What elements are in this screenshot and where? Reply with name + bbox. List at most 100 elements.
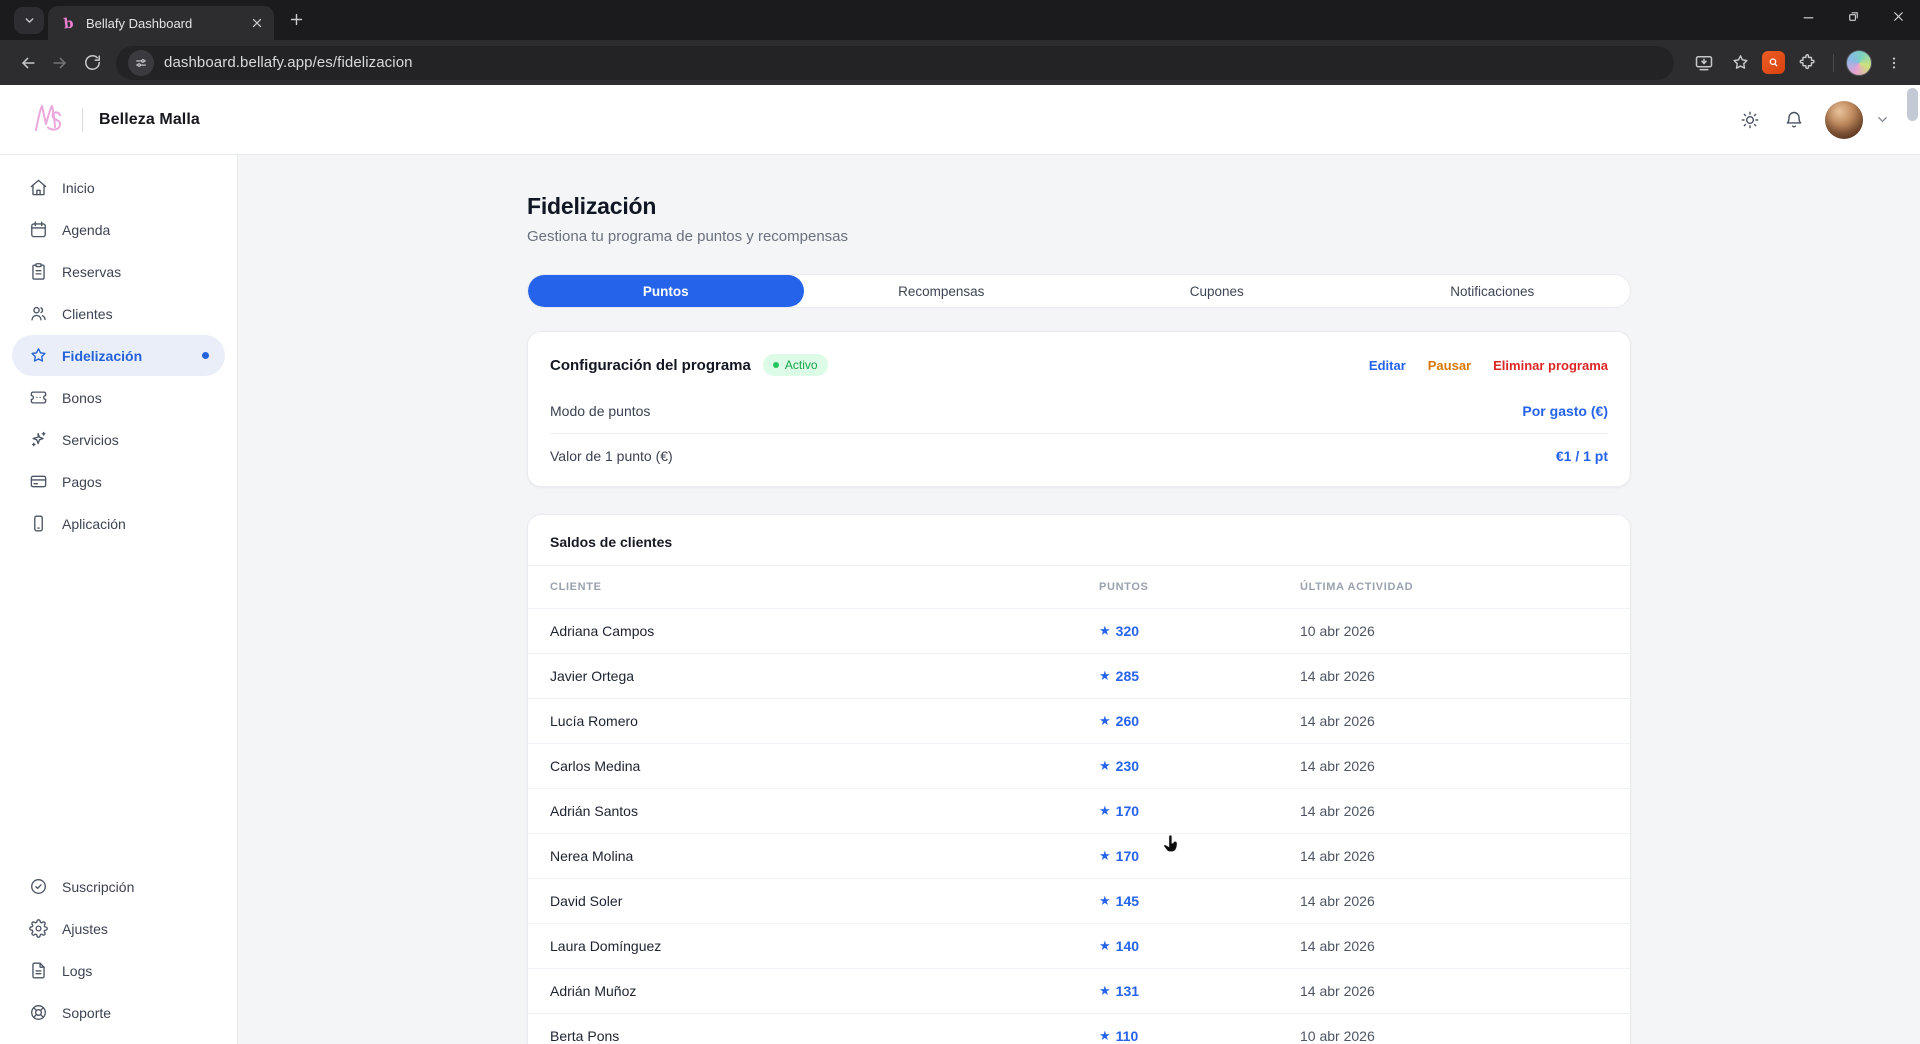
sidebar: Inicio Agenda ReservasClientesFidelización… <box>0 155 238 1044</box>
pausar-action[interactable]: Pausar <box>1428 358 1471 373</box>
table-row[interactable]: Javier Ortega★28514 abr 2026 <box>528 653 1630 698</box>
business-name: Belleza Malla <box>99 111 200 129</box>
setting-label: Valor de 1 punto (€) <box>550 448 673 464</box>
star-icon: ★ <box>1099 623 1111 639</box>
sidebar-item-logs[interactable]: Logs <box>12 950 225 991</box>
tab-puntos[interactable]: Puntos <box>528 275 804 307</box>
url-text[interactable]: dashboard.bellafy.app/es/fidelizacion <box>164 54 413 71</box>
sidebar-item-servicios[interactable]: Servicios <box>12 419 225 460</box>
reload-button[interactable] <box>76 47 108 79</box>
bookmark-button[interactable] <box>1726 49 1754 77</box>
extensions-button[interactable] <box>1793 49 1821 77</box>
sidebar-item-label: Bonos <box>62 390 102 406</box>
points-value: ★170 <box>1099 848 1300 864</box>
tab-recompensas[interactable]: Recompensas <box>804 275 1080 307</box>
file-text-icon <box>29 961 48 980</box>
sidebar-item-reservas[interactable]: Reservas <box>12 251 225 292</box>
account-menu-chevron[interactable] <box>1875 112 1890 127</box>
sidebar-item-bonos[interactable]: Bonos <box>12 377 225 418</box>
last-activity-date: 14 abr 2026 <box>1300 713 1608 729</box>
client-name: Carlos Medina <box>550 758 1099 774</box>
client-name: Adrián Santos <box>550 803 1099 819</box>
last-activity-date: 14 abr 2026 <box>1300 803 1608 819</box>
sidebar-item-soporte[interactable]: Soporte <box>12 992 225 1033</box>
star-icon: ★ <box>1099 668 1111 684</box>
star-icon: ★ <box>1099 758 1111 774</box>
client-name: Adrián Muñoz <box>550 983 1099 999</box>
gear-icon <box>29 919 48 938</box>
new-tab-button[interactable] <box>288 11 305 28</box>
client-balances-card: Saldos de clientes CLIENTEPUNTOSÚLTIMA A… <box>527 514 1631 1044</box>
window-minimize-button[interactable] <box>1801 9 1816 24</box>
chevron-down-icon <box>23 14 36 27</box>
browser-tab-title: Bellafy Dashboard <box>86 16 241 31</box>
sidebar-item-pagos[interactable]: Pagos <box>12 461 225 502</box>
table-row[interactable]: Lucía Romero★26014 abr 2026 <box>528 698 1630 743</box>
extension-badge-icon[interactable] <box>1762 51 1785 74</box>
install-app-button[interactable] <box>1690 49 1718 77</box>
table-row[interactable]: Laura Domínguez★14014 abr 2026 <box>528 923 1630 968</box>
toolbar-separator <box>1833 54 1834 72</box>
browser-tab[interactable]: b Bellafy Dashboard <box>48 6 274 40</box>
table-row[interactable]: David Soler★14514 abr 2026 <box>528 878 1630 923</box>
sidebar-item-label: Soporte <box>62 1005 111 1021</box>
tab-search-button[interactable] <box>14 7 44 34</box>
sidebar-item-fidelizacion[interactable]: Fidelización <box>12 335 225 376</box>
app-header: Belleza Malla <box>0 85 1920 155</box>
browser-tabstrip: b Bellafy Dashboard <box>0 0 1920 40</box>
site-settings-icon[interactable] <box>128 50 154 76</box>
star-icon: ★ <box>1099 893 1111 909</box>
theme-toggle-button[interactable] <box>1733 103 1767 137</box>
setting-value[interactable]: €1 / 1 pt <box>1556 448 1608 464</box>
last-activity-date: 14 abr 2026 <box>1300 758 1608 774</box>
tab-notificaciones[interactable]: Notificaciones <box>1355 275 1631 307</box>
table-row[interactable]: Adrián Muñoz★13114 abr 2026 <box>528 968 1630 1013</box>
tab-close-icon[interactable] <box>250 16 264 30</box>
users-icon <box>29 304 48 323</box>
notifications-button[interactable] <box>1777 103 1811 137</box>
window-restore-button[interactable] <box>1846 9 1861 24</box>
last-activity-date: 14 abr 2026 <box>1300 848 1608 864</box>
sidebar-item-label: Agenda <box>62 222 110 238</box>
browser-profile-avatar[interactable] <box>1846 50 1872 76</box>
browser-menu-button[interactable] <box>1880 49 1908 77</box>
sidebar-item-inicio[interactable]: Inicio <box>12 167 225 208</box>
setting-value[interactable]: Por gasto (€) <box>1522 403 1608 419</box>
sidebar-item-suscripcion[interactable]: Suscripción <box>12 866 225 907</box>
status-badge: Activo <box>763 354 828 376</box>
last-activity-date: 14 abr 2026 <box>1300 938 1608 954</box>
star-icon: ★ <box>1099 983 1111 999</box>
table-row[interactable]: Adriana Campos★32010 abr 2026 <box>528 608 1630 653</box>
sparkles-icon <box>29 430 48 449</box>
program-config-title: Configuración del programa <box>550 357 751 374</box>
last-activity-date: 14 abr 2026 <box>1300 893 1608 909</box>
sidebar-item-clientes[interactable]: Clientes <box>12 293 225 334</box>
sidebar-item-label: Pagos <box>62 474 102 490</box>
forward-button[interactable] <box>44 47 76 79</box>
belleza-malla-logo <box>30 100 70 140</box>
client-name: Adriana Campos <box>550 623 1099 639</box>
user-avatar[interactable] <box>1825 101 1863 139</box>
ticket-icon <box>29 388 48 407</box>
client-name: Berta Pons <box>550 1028 1099 1044</box>
column-header-puntos: PUNTOS <box>1099 581 1300 593</box>
editar-action[interactable]: Editar <box>1369 358 1406 373</box>
brand-divider <box>82 108 83 132</box>
sidebar-nav: Inicio Agenda ReservasClientesFidelización… <box>12 167 225 545</box>
bell-icon <box>1784 110 1804 130</box>
tab-cupones[interactable]: Cupones <box>1079 275 1355 307</box>
sidebar-item-aplicacion[interactable]: Aplicación <box>12 503 225 544</box>
table-row[interactable]: Berta Pons★11010 abr 2026 <box>528 1013 1630 1044</box>
scrollbar-thumb[interactable] <box>1907 88 1918 121</box>
eliminar-programa-action[interactable]: Eliminar programa <box>1493 358 1608 373</box>
setting-row-valor-de-1-punto-: Valor de 1 punto (€) €1 / 1 pt <box>550 433 1608 478</box>
table-row[interactable]: Nerea Molina★17014 abr 2026 <box>528 833 1630 878</box>
back-button[interactable] <box>12 47 44 79</box>
table-row[interactable]: Carlos Medina★23014 abr 2026 <box>528 743 1630 788</box>
window-close-button[interactable] <box>1891 9 1906 24</box>
sidebar-item-agenda[interactable]: Agenda <box>12 209 225 250</box>
last-activity-date: 14 abr 2026 <box>1300 983 1608 999</box>
sidebar-item-ajustes[interactable]: Ajustes <box>12 908 225 949</box>
url-bar[interactable]: dashboard.bellafy.app/es/fidelizacion <box>116 46 1674 80</box>
table-row[interactable]: Adrián Santos★17014 abr 2026 <box>528 788 1630 833</box>
